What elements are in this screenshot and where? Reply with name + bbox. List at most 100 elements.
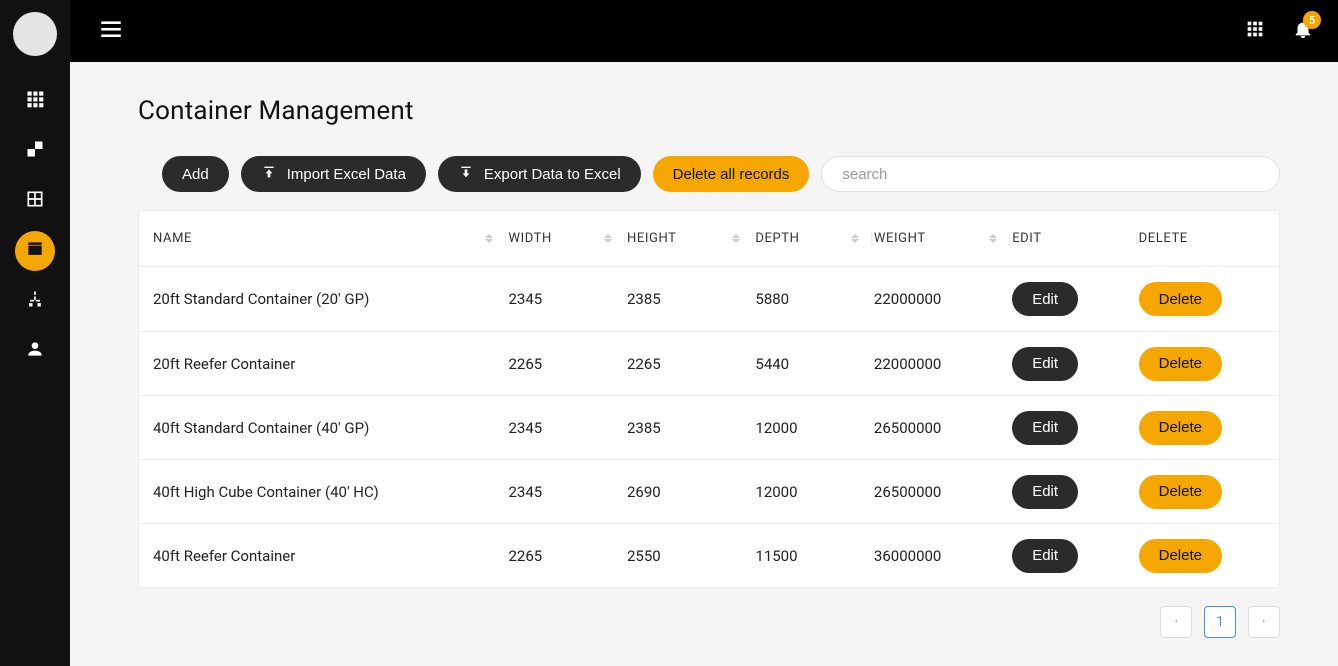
user-icon: [25, 339, 45, 363]
delete-button[interactable]: Delete: [1139, 347, 1222, 381]
layout-icon: [25, 189, 45, 213]
th-edit: EDIT: [1010, 231, 1136, 246]
cell-name: 40ft High Cube Container (40' HC): [153, 483, 506, 501]
cell-width: 2265: [506, 355, 625, 373]
sidebar-item-dashboard[interactable]: [15, 81, 55, 121]
sort-icon: [732, 234, 740, 243]
apps-button[interactable]: [1244, 18, 1266, 44]
cell-weight: 36000000: [872, 547, 1010, 565]
delete-all-button[interactable]: Delete all records: [653, 156, 810, 192]
cell-depth: 12000: [753, 483, 872, 501]
cell-width: 2345: [506, 290, 625, 308]
pagination-prev[interactable]: [1160, 606, 1192, 638]
pagination-next[interactable]: [1248, 606, 1280, 638]
cell-depth: 5880: [753, 290, 872, 308]
cell-height: 2550: [625, 547, 753, 565]
sidebar-item-containers[interactable]: [15, 231, 55, 271]
import-button-label: Import Excel Data: [287, 166, 406, 183]
cell-delete: Delete: [1137, 282, 1265, 316]
cell-weight: 22000000: [872, 290, 1010, 308]
cell-height: 2385: [625, 290, 753, 308]
cell-height: 2385: [625, 419, 753, 437]
sidebar: [0, 0, 70, 666]
topbar-right: 5: [1244, 18, 1314, 44]
cell-delete: Delete: [1137, 475, 1265, 509]
cell-delete: Delete: [1137, 539, 1265, 573]
containers-table: NAME WIDTH HEIGHT DEPTH WEIGHT EDIT: [138, 210, 1280, 588]
delete-button[interactable]: Delete: [1139, 282, 1222, 316]
add-button-label: Add: [182, 166, 209, 183]
table-header-row: NAME WIDTH HEIGHT DEPTH WEIGHT EDIT: [139, 211, 1279, 267]
cell-name: 20ft Reefer Container: [153, 355, 506, 373]
sidebar-item-boards[interactable]: [15, 131, 55, 171]
edit-button[interactable]: Edit: [1012, 411, 1078, 445]
chevron-right-icon: [1259, 614, 1269, 630]
th-delete: DELETE: [1137, 231, 1265, 246]
cell-height: 2690: [625, 483, 753, 501]
add-button[interactable]: Add: [162, 156, 229, 192]
sidebar-item-layout[interactable]: [15, 181, 55, 221]
cell-weight: 26500000: [872, 483, 1010, 501]
cell-depth: 5440: [753, 355, 872, 373]
sort-icon: [851, 234, 859, 243]
export-button-label: Export Data to Excel: [484, 166, 621, 183]
import-button[interactable]: Import Excel Data: [241, 156, 426, 192]
sort-icon: [604, 234, 612, 243]
cell-delete: Delete: [1137, 347, 1265, 381]
search-input[interactable]: [821, 156, 1280, 192]
page-title: Container Management: [138, 96, 1280, 126]
edit-button[interactable]: Edit: [1012, 282, 1078, 316]
table-row: 40ft Standard Container (40' GP)23452385…: [139, 395, 1279, 459]
upload-icon: [261, 164, 277, 184]
main-content: Container Management Add Import Excel Da…: [70, 62, 1338, 666]
export-button[interactable]: Export Data to Excel: [438, 156, 641, 192]
cell-width: 2345: [506, 419, 625, 437]
cell-delete: Delete: [1137, 411, 1265, 445]
cell-depth: 12000: [753, 419, 872, 437]
th-width[interactable]: WIDTH: [506, 231, 625, 246]
cell-name: 20ft Standard Container (20' GP): [153, 290, 506, 308]
cell-name: 40ft Standard Container (40' GP): [153, 419, 506, 437]
th-weight[interactable]: WEIGHT: [872, 231, 1010, 246]
delete-all-label: Delete all records: [673, 166, 790, 183]
sidebar-item-sitemap[interactable]: [15, 281, 55, 321]
cell-edit: Edit: [1010, 411, 1136, 445]
th-height[interactable]: HEIGHT: [625, 231, 753, 246]
cell-edit: Edit: [1010, 347, 1136, 381]
cell-edit: Edit: [1010, 539, 1136, 573]
pagination: 1: [138, 606, 1280, 638]
delete-button[interactable]: Delete: [1139, 475, 1222, 509]
sort-icon: [989, 234, 997, 243]
edit-button[interactable]: Edit: [1012, 539, 1078, 573]
edit-button[interactable]: Edit: [1012, 347, 1078, 381]
avatar[interactable]: [13, 12, 57, 56]
menu-toggle-button[interactable]: [98, 16, 124, 46]
sidebar-item-user[interactable]: [15, 331, 55, 371]
edit-button[interactable]: Edit: [1012, 475, 1078, 509]
container-icon: [25, 239, 45, 263]
chevron-left-icon: [1171, 614, 1181, 630]
topbar: 5: [70, 0, 1338, 62]
table-row: 40ft High Cube Container (40' HC)2345269…: [139, 459, 1279, 523]
cell-width: 2345: [506, 483, 625, 501]
toolbar: Add Import Excel Data Export Data to Exc…: [138, 156, 1280, 192]
cell-height: 2265: [625, 355, 753, 373]
notifications-button[interactable]: 5: [1292, 18, 1314, 44]
delete-button[interactable]: Delete: [1139, 411, 1222, 445]
delete-button[interactable]: Delete: [1139, 539, 1222, 573]
cell-depth: 11500: [753, 547, 872, 565]
cell-edit: Edit: [1010, 475, 1136, 509]
table-row: 20ft Standard Container (20' GP)23452385…: [139, 267, 1279, 331]
sitemap-icon: [25, 289, 45, 313]
pagination-page-current[interactable]: 1: [1204, 606, 1236, 638]
board-icon: [25, 139, 45, 163]
sort-icon: [485, 234, 493, 243]
table-row: 40ft Reefer Container2265255011500360000…: [139, 523, 1279, 587]
grid-icon: [25, 89, 45, 113]
cell-edit: Edit: [1010, 282, 1136, 316]
notification-badge: 5: [1303, 11, 1321, 29]
download-icon: [458, 164, 474, 184]
th-depth[interactable]: DEPTH: [753, 231, 872, 246]
cell-width: 2265: [506, 547, 625, 565]
th-name[interactable]: NAME: [153, 231, 506, 246]
